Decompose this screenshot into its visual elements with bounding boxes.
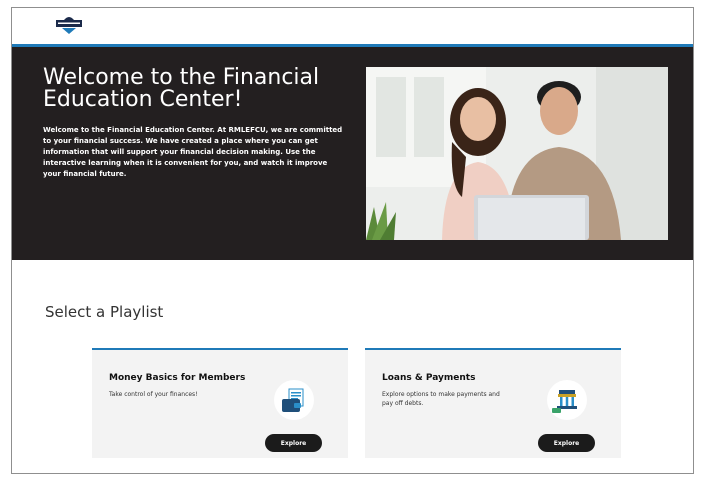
- playlist-card-description: Take control of your finances!: [109, 391, 198, 398]
- wallet-icon: [274, 380, 314, 420]
- playlist-card-money-basics[interactable]: Money Basics for Members Take control of…: [92, 348, 348, 458]
- hero-banner: Welcome to the Financial Education Cente…: [12, 47, 693, 260]
- playlist-card-title: Loans & Payments: [382, 373, 476, 383]
- playlist-card-description: Explore options to make payments and pay…: [382, 391, 500, 407]
- playlist-section-title: Select a Playlist: [45, 303, 164, 321]
- credit-union-logo[interactable]: [54, 14, 84, 36]
- bank-icon: [547, 380, 587, 420]
- couple-laptop-photo: [366, 67, 668, 240]
- explore-button[interactable]: Explore: [538, 434, 595, 452]
- top-bar: [12, 8, 693, 44]
- hero-description: Welcome to the Financial Education Cente…: [43, 126, 343, 178]
- hero-title: Welcome to the Financial Education Cente…: [43, 65, 320, 112]
- playlist-card-loans-payments[interactable]: Loans & Payments Explore options to make…: [365, 348, 621, 458]
- page-frame: Welcome to the Financial Education Cente…: [11, 7, 694, 474]
- explore-button[interactable]: Explore: [265, 434, 322, 452]
- playlist-card-title: Money Basics for Members: [109, 373, 246, 383]
